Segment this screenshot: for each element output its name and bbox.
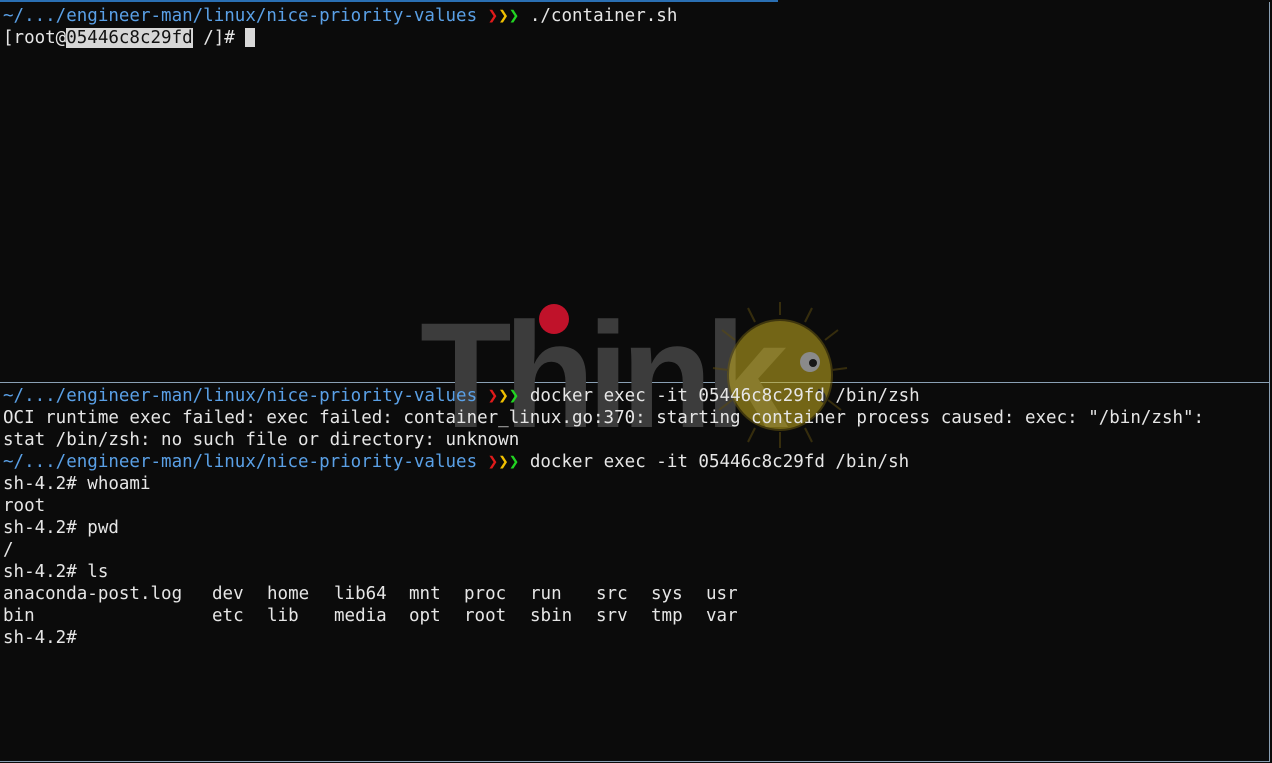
chevron-red-icon: ❯ [487,452,499,472]
chevron-red-icon: ❯ [487,386,499,406]
chevron-green-icon: ❯ [508,386,520,406]
error-output-line: stat /bin/zsh: no such file or directory… [3,430,520,450]
selected-hostname[interactable]: 05446c8c29fd [66,28,193,48]
shell-prompt-line[interactable]: sh-4.2# [0,627,1269,649]
chevron-yellow-icon: ❯ [498,386,509,406]
ls-entry: lib [267,606,299,626]
shell-suffix: /]# [192,28,246,48]
ls-entry: bin [3,606,35,626]
prompt-command: ./container.sh [519,6,678,26]
prompt-line: ~/.../engineer-man/linux/nice-priority-v… [0,385,1269,407]
prompt-path: ~/.../engineer-man/linux/nice-priority-v… [3,452,478,472]
ls-entry: proc [464,584,507,604]
terminal-pane-bottom[interactable]: ~/.../engineer-man/linux/nice-priority-v… [0,382,1270,762]
ls-entry: root [464,606,507,626]
container-shell-line[interactable]: [root@05446c8c29fd /]# [0,27,1269,49]
prompt-line: ~/.../engineer-man/linux/nice-priority-v… [0,451,1269,473]
command-line: sh-4.2# whoami [3,474,151,494]
text-cursor [245,28,256,47]
ls-output: anaconda-post.log dev home lib64 mnt pro… [0,583,1269,627]
ls-entry: tmp [651,606,683,626]
prompt-line: ~/.../engineer-man/linux/nice-priority-v… [0,5,1269,27]
ls-entry: etc [212,606,244,626]
prompt-path: ~/.../engineer-man/linux/nice-priority-v… [3,6,478,26]
error-output-line: OCI runtime exec failed: exec failed: co… [3,408,1205,428]
terminal-pane-top[interactable]: ~/.../engineer-man/linux/nice-priority-v… [0,2,1270,382]
chevron-green-icon: ❯ [508,452,520,472]
output-line: root [3,496,46,516]
chevron-yellow-icon: ❯ [498,452,509,472]
ls-entry: dev [212,584,244,604]
chevron-green-icon: ❯ [508,6,520,26]
ls-entry: anaconda-post.log [3,584,183,604]
ls-entry: media [334,606,387,626]
prompt-path: ~/.../engineer-man/linux/nice-priority-v… [3,386,478,406]
ls-entry: var [706,606,738,626]
output-line: / [3,540,14,560]
ls-entry: lib64 [334,584,387,604]
ls-entry: usr [706,584,738,604]
ls-entry: run [530,584,562,604]
ls-entry: opt [409,606,441,626]
command-line: sh-4.2# pwd [3,518,119,538]
chevron-red-icon: ❯ [487,6,499,26]
prompt-command: docker exec -it 05446c8c29fd /bin/sh [519,452,910,472]
shell-prefix: [root@ [3,28,67,48]
prompt-command: docker exec -it 05446c8c29fd /bin/zsh [519,386,920,406]
command-line: sh-4.2# ls [3,562,109,582]
ls-entry: mnt [409,584,441,604]
ls-entry: sys [651,584,683,604]
ls-entry: home [267,584,310,604]
ls-entry: sbin [530,606,573,626]
ls-entry: src [596,584,628,604]
ls-entry: srv [596,606,628,626]
chevron-yellow-icon: ❯ [498,6,509,26]
